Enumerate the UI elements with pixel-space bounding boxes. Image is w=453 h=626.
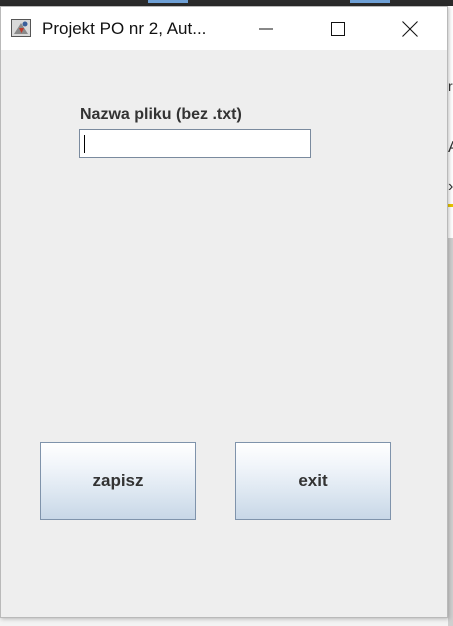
title-bar[interactable]: Projekt PO nr 2, Aut... (1, 7, 447, 50)
app-window: Projekt PO nr 2, Aut... Nazwa pliku (bez… (0, 6, 448, 618)
window-title: Projekt PO nr 2, Aut... (42, 19, 207, 38)
minimize-button[interactable] (243, 7, 289, 50)
maximize-icon (331, 21, 345, 36)
filename-label: Nazwa pliku (bez .txt) (80, 106, 242, 123)
save-button[interactable]: zapisz (40, 442, 196, 520)
text-cursor (84, 135, 85, 153)
background-window-edge: r A › (448, 6, 453, 626)
content-panel: Nazwa pliku (bez .txt) zapisz exit (1, 50, 447, 617)
maximize-button[interactable] (315, 7, 361, 50)
close-button[interactable] (387, 7, 433, 50)
exit-button[interactable]: exit (235, 442, 391, 520)
close-icon (402, 20, 418, 37)
java-app-icon (11, 19, 31, 37)
filename-input[interactable] (79, 129, 311, 158)
minimize-icon (259, 28, 273, 29)
